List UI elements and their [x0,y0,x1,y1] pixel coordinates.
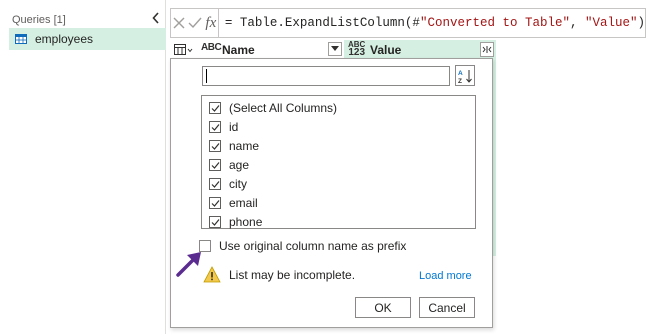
load-more-link[interactable]: Load more [419,270,472,282]
formula-prefix: = Table.ExpandListColumn(# [224,16,420,30]
expand-column-button[interactable] [480,42,494,57]
table-menu-button[interactable] [174,43,194,57]
queries-header: Queries [1] [12,14,66,26]
insert-function-button[interactable]: fx [203,9,218,37]
formula-string-value: "Value" [584,16,638,30]
cancel-formula-button[interactable] [171,9,187,37]
chevron-left-icon [152,12,159,24]
expand-columns-popup: A Z (Select All Columns) id name age cit… [170,58,493,328]
checkbox-label: email [229,196,258,210]
column-checkbox-list[interactable]: (Select All Columns) id name age city em… [201,95,476,229]
warning-icon [203,266,221,283]
checkbox[interactable] [209,197,221,209]
checkmark-icon [211,104,219,112]
checkmark-icon [211,199,219,207]
use-prefix-option[interactable]: Use original column name as prefix [199,239,406,253]
column-option-email[interactable]: email [209,194,258,212]
checkbox[interactable] [209,178,221,190]
annotation-arrow [176,252,201,277]
text-type-icon[interactable]: ABC [201,42,222,53]
sort-az-icon: A Z [458,69,472,84]
column-header-value[interactable]: ABC 123 Value [344,40,496,60]
checkmark-icon [188,17,202,29]
checkmark-icon [211,218,219,226]
checkbox-label: (Select All Columns) [229,101,338,115]
select-all-columns-option[interactable]: (Select All Columns) [209,99,337,117]
any-type-bottom: 123 [348,47,366,58]
formula-bar: fx = Table.ExpandListColumn(#"Converted … [170,8,646,38]
checkbox-label: phone [229,215,263,229]
formula-text[interactable]: = Table.ExpandListColumn(#"Converted to … [225,16,645,30]
cancel-button[interactable]: Cancel [419,297,475,318]
collapse-queries-button[interactable] [150,10,162,26]
incomplete-list-warning: List may be incomplete. [203,266,355,283]
column-option-id[interactable]: id [209,118,238,136]
svg-text:A: A [458,70,463,77]
checkbox-label: id [229,120,239,134]
column-option-phone[interactable]: phone [209,213,262,231]
column-search-input[interactable] [202,66,450,86]
checkbox-label: age [229,158,250,172]
grid-header: ABC Name ABC 123 Value [170,40,496,60]
column-option-name[interactable]: name [209,137,259,155]
queries-pane: Queries [1] employees [0,0,166,334]
checkbox[interactable] [209,216,221,228]
text-caret [206,69,207,83]
checkbox[interactable] [209,159,221,171]
svg-text:Z: Z [458,78,462,84]
column-option-age[interactable]: age [209,156,249,174]
checkbox-label: name [229,139,260,153]
table-icon [15,34,27,44]
formula-string-table: "Converted to Table" [419,16,570,30]
query-item-label: employees [35,32,94,46]
confirm-formula-button[interactable] [187,9,203,37]
checkmark-icon [211,123,219,131]
warning-text: List may be incomplete. [229,267,356,282]
column-header-value-label: Value [370,43,402,57]
any-type-icon[interactable]: ABC 123 [348,41,366,58]
checkmark-icon [211,180,219,188]
checkbox-label: Use original column name as prefix [219,239,407,253]
checkmark-icon [211,142,219,150]
ok-button[interactable]: OK [355,297,411,318]
formula-middle: , [569,16,585,30]
sort-columns-button[interactable]: A Z [455,65,475,86]
checkbox-label: city [229,177,247,191]
column-filter-button[interactable] [328,42,342,56]
chevron-down-icon [331,46,339,51]
expand-columns-icon [482,46,492,53]
column-header-name[interactable]: Name [222,43,255,57]
column-option-city[interactable]: city [209,175,247,193]
close-icon [173,17,185,29]
table-icon [174,44,193,55]
checkbox[interactable] [209,140,221,152]
formula-suffix: ) [637,16,646,30]
query-item-employees[interactable]: employees [9,28,166,50]
checkmark-icon [211,161,219,169]
checkbox[interactable] [209,102,221,114]
checkbox[interactable] [209,121,221,133]
